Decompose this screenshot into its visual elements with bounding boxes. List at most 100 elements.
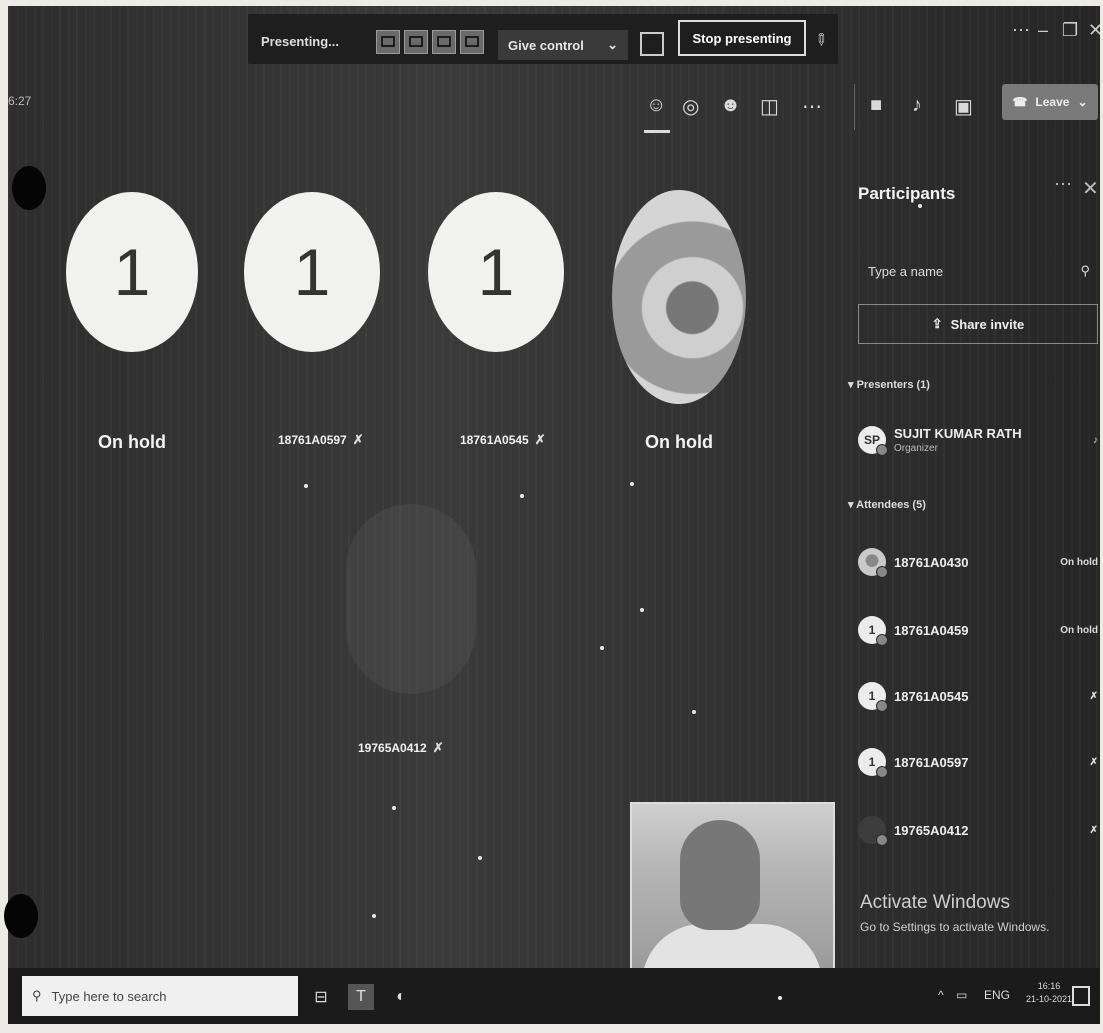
people-icon[interactable]: ☺ xyxy=(646,94,666,117)
panel-title: Participants xyxy=(858,184,956,203)
dust-speck xyxy=(600,646,604,650)
participant-name: 18761A0597 xyxy=(894,754,969,770)
avatar: 1 xyxy=(858,748,888,778)
toolbar-divider xyxy=(854,84,855,130)
binder-hole xyxy=(4,894,38,938)
more-icon[interactable]: ⋯ xyxy=(802,94,822,119)
camera-icon[interactable]: ■ xyxy=(870,94,882,117)
attendees-section-header[interactable]: ▾ Attendees (5) xyxy=(848,498,926,511)
participant-avatar: 1 xyxy=(428,192,564,352)
participant-name: 18761A0459 xyxy=(894,622,969,638)
mic-off-icon: ✗ xyxy=(352,432,364,447)
layout-reporter-button[interactable] xyxy=(460,30,484,54)
self-face xyxy=(680,820,760,930)
avatar xyxy=(858,816,888,846)
dust-speck xyxy=(918,204,922,208)
mic-icon[interactable]: ♪ xyxy=(912,94,922,117)
dust-speck xyxy=(692,710,696,714)
presenters-header-label: Presenters (1) xyxy=(856,379,930,391)
mic-off-icon: ✗ xyxy=(432,740,444,755)
participant-search-input[interactable]: Type a name ⚲ xyxy=(858,252,1098,290)
tile-status: On hold xyxy=(98,432,166,452)
binder-hole xyxy=(12,166,46,210)
tile-name: 18761A0545 ✗ xyxy=(460,432,546,448)
participant-name: 18761A0430 xyxy=(894,554,969,570)
teams-app-icon[interactable]: T xyxy=(348,984,374,1010)
participant-avatar: 1 xyxy=(66,192,198,352)
rooms-icon[interactable]: ◫ xyxy=(760,94,779,119)
avatar: 1 xyxy=(858,616,888,646)
participant-row[interactable]: SP SUJIT KUMAR RATH Organizer ♪ xyxy=(858,420,1098,460)
share-tray-icon[interactable] xyxy=(640,32,664,56)
mic-off-icon: ✗ xyxy=(1089,756,1098,768)
search-icon: ⚲ xyxy=(32,988,42,1003)
restore-icon[interactable]: ❐ xyxy=(1062,20,1078,41)
layout-content-only-button[interactable] xyxy=(376,30,400,54)
search-icon: ⚲ xyxy=(1080,263,1090,278)
window-more-icon[interactable]: ⋯ xyxy=(1012,20,1030,41)
participant-row[interactable]: 19765A0412 ✗ xyxy=(858,810,1098,850)
office-app-icon[interactable]: ◐ xyxy=(388,984,414,1010)
minimize-icon[interactable]: – xyxy=(1038,20,1048,41)
tile-name: 19765A0412 ✗ xyxy=(358,740,444,756)
active-tab-indicator xyxy=(644,130,670,133)
share-icon: ⇪ xyxy=(931,316,943,331)
participant-row[interactable]: 1 18761A0545 ✗ xyxy=(858,676,1098,716)
avatar: 1 xyxy=(858,682,888,712)
participant-photo xyxy=(612,190,746,404)
participant-avatar: 1 xyxy=(244,192,380,352)
stop-presenting-button[interactable]: Stop presenting xyxy=(678,20,806,56)
presenters-section-header[interactable]: ▾ Presenters (1) xyxy=(848,378,930,391)
notification-icon[interactable] xyxy=(1072,986,1090,1006)
participant-role: Organizer xyxy=(894,443,938,454)
share-content-icon[interactable]: ▣ xyxy=(954,94,973,119)
self-view-video xyxy=(630,802,835,974)
dust-speck xyxy=(304,484,308,488)
avatar xyxy=(858,548,888,578)
participant-name: 18761A0545 xyxy=(894,688,969,704)
taskbar-search-input[interactable]: ⚲ Type here to search xyxy=(22,976,298,1016)
clock-time: 16:16 xyxy=(1037,981,1061,991)
chat-icon[interactable]: ◎ xyxy=(682,94,699,119)
dust-speck xyxy=(630,482,634,486)
participant-status: On hold xyxy=(1060,624,1098,636)
chevron-up-icon[interactable]: ^ xyxy=(938,988,944,1002)
layout-standout-button[interactable] xyxy=(404,30,428,54)
mic-off-icon: ✗ xyxy=(1089,824,1098,836)
mic-off-icon: ✗ xyxy=(534,432,546,447)
participant-row[interactable]: 18761A0430 On hold xyxy=(858,542,1098,582)
network-icon[interactable]: ▭ xyxy=(956,988,967,1002)
participant-status: On hold xyxy=(1060,556,1098,568)
system-clock[interactable]: 16:16 21-10-2021 xyxy=(1026,980,1072,1006)
mic-icon: ♪ xyxy=(1093,434,1098,446)
dust-speck xyxy=(520,494,524,498)
tile-name-label: 18761A0545 xyxy=(460,433,529,447)
participant-name: 19765A0412 xyxy=(894,822,969,838)
task-view-icon[interactable]: ⊟ xyxy=(308,984,334,1010)
activate-windows-watermark: Activate Windows Go to Settings to activ… xyxy=(860,892,1049,934)
give-control-dropdown[interactable]: Give control ⌄ xyxy=(498,30,628,60)
reactions-icon[interactable]: ☻ xyxy=(720,94,741,117)
clock-date: 21-10-2021 xyxy=(1026,994,1073,1004)
participant-row[interactable]: 1 18761A0459 On hold xyxy=(858,610,1098,650)
phone-icon: ☎ xyxy=(1012,95,1028,109)
leave-button[interactable]: ☎ Leave ⌄ xyxy=(1002,84,1098,120)
dust-speck xyxy=(372,914,376,918)
layout-reporter-icon xyxy=(465,36,479,47)
tile-status: On hold xyxy=(645,432,713,452)
close-window-icon[interactable]: ✕ xyxy=(1088,20,1100,41)
mic-off-icon: ✗ xyxy=(1089,690,1098,702)
layout-side-by-side-button[interactable] xyxy=(432,30,456,54)
share-invite-button[interactable]: ⇪ Share invite xyxy=(858,304,1098,344)
participant-row[interactable]: 1 18761A0597 ✗ xyxy=(858,742,1098,782)
attendees-header-label: Attendees (5) xyxy=(856,499,926,511)
presenting-status: Presenting... xyxy=(261,34,340,49)
panel-more-icon[interactable]: ⋯ xyxy=(1054,174,1072,195)
close-icon[interactable]: ✕ xyxy=(1082,176,1099,201)
layout-content-icon xyxy=(381,36,395,47)
dust-speck xyxy=(640,608,644,612)
language-indicator[interactable]: ENG xyxy=(984,988,1010,1002)
tile-name-label: 19765A0412 xyxy=(358,741,427,755)
chevron-down-icon: ⌄ xyxy=(1077,95,1088,109)
teams-meeting-screen: 6:27 Presenting... Give control ⌄ Stop p… xyxy=(8,6,1100,1024)
